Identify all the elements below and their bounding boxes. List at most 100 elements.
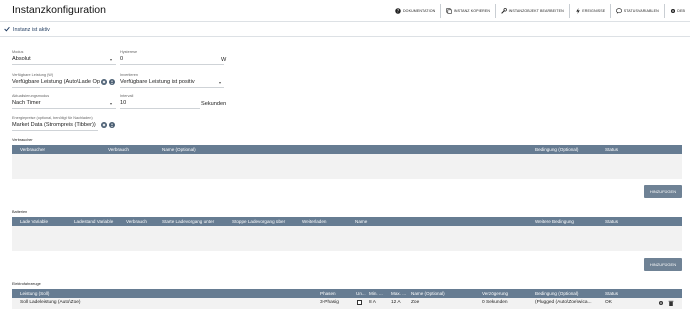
column-header[interactable]: Lade Variable [20, 217, 48, 226]
hysterese-label: Hysterese [120, 50, 138, 54]
aktualisierung-label: Aktualisierungsmodus [12, 94, 50, 98]
column-header[interactable]: Bedingung (Optional) [535, 145, 578, 154]
fahrzeuge-table: Leistung (Soll) Phasen Un... Min. ... Ma… [12, 289, 682, 309]
chevron-down-icon: ▾ [219, 80, 222, 85]
documentation-button[interactable]: ? DOKUMENTATION [390, 0, 440, 22]
add-batterie-button[interactable]: HINZUFÜGEN [644, 258, 682, 271]
instance-status: Instanz ist aktiv [0, 23, 690, 37]
column-header[interactable]: Status [605, 145, 618, 154]
leistung-select[interactable]: Verfügbare Leistung (Auto\Lade Op [12, 79, 100, 85]
check-icon [4, 26, 10, 34]
debug-label: DEB [677, 9, 685, 13]
energiepreis-select[interactable]: Market Data (Strompreis (Tibber)) [12, 122, 98, 128]
column-header[interactable]: Verzögerung [482, 289, 508, 298]
column-header[interactable]: Min. ... [369, 289, 383, 298]
copy-icon [446, 8, 452, 14]
column-header[interactable]: Name (Optional) [411, 289, 445, 298]
verbraucher-table-body [12, 154, 682, 179]
invertieren-select[interactable]: Verfügbare Leistung ist positiv [120, 79, 218, 85]
name-cell: Zoe [411, 300, 420, 305]
gear-icon [670, 8, 676, 14]
column-header[interactable]: Weitere Bedingung [535, 217, 574, 226]
column-header[interactable]: Stoppe Ladevorgang über [232, 217, 285, 226]
column-header[interactable]: Verbrauch [126, 217, 147, 226]
column-header[interactable]: Ladestand Variable [74, 217, 113, 226]
lightning-icon [575, 8, 581, 14]
column-header[interactable]: Bedingung (Optional) [535, 289, 578, 298]
verbraucher-table-header: Verbraucher Verbrauch Name (Optional) Be… [12, 145, 682, 154]
wrench-icon [501, 8, 507, 14]
intervall-label: Intervall [120, 94, 134, 98]
min-cell: 8 A [369, 300, 376, 305]
documentation-label: DOKUMENTATION [402, 9, 436, 13]
batterien-section-label: Batterien [12, 210, 28, 214]
column-header[interactable]: Weiterladen [302, 217, 326, 226]
info-icon[interactable] [109, 79, 115, 85]
bedingung-cell: (Plugged (Auto\Zoe\wica... [535, 300, 592, 305]
copy-instance-button[interactable]: INSTANZ KOPIEREN [441, 0, 495, 22]
edit-object-button[interactable]: INSTANZOBJEKT BEARBEITEN [496, 0, 569, 22]
edit-object-label: INSTANZOBJEKT BEARBEITEN [508, 9, 564, 13]
phasen-cell: 3-Phasig [320, 300, 339, 305]
batterien-table-body [12, 226, 682, 251]
status-variables-button[interactable]: STATUSVARIABLEN [611, 0, 664, 22]
intervall-input[interactable]: 10 [120, 100, 198, 106]
verbraucher-table: Verbraucher Verbrauch Name (Optional) Be… [12, 145, 682, 179]
column-header[interactable]: Name (Optional) [162, 145, 196, 154]
page-title: Instanzkonfiguration [12, 4, 106, 16]
column-header[interactable]: Verbraucher [20, 145, 45, 154]
column-header[interactable]: Leistung (Soll) [20, 289, 49, 298]
hysterese-input[interactable]: 0 [120, 56, 220, 62]
status-text: Instanz ist aktiv [13, 26, 50, 33]
clear-icon[interactable] [101, 122, 107, 128]
max-cell: 12 A [391, 300, 401, 305]
copy-instance-label: INSTANZ KOPIEREN [453, 9, 491, 13]
batterien-table-header: Lade Variable Ladestand Variable Verbrau… [12, 217, 682, 226]
batterien-table: Lade Variable Ladestand Variable Verbrau… [12, 217, 682, 251]
column-header[interactable]: Phasen [320, 289, 336, 298]
svg-text:?: ? [397, 9, 399, 14]
events-button[interactable]: EREIGNISSE [570, 0, 610, 22]
modus-underline [12, 64, 116, 65]
events-label: EREIGNISSE [582, 9, 606, 13]
verbraucher-section-label: Verbraucher [12, 138, 33, 142]
column-header[interactable]: Verbrauch [108, 145, 129, 154]
toolbar: ? DOKUMENTATION INSTANZ KOPIEREN INSTANZ… [390, 0, 690, 22]
gear-icon[interactable] [658, 300, 664, 308]
energiepreis-label: Energiepreise (optional, benötigt für Na… [12, 116, 93, 120]
trash-icon[interactable] [668, 300, 674, 308]
intervall-unit: Sekunden [201, 101, 227, 107]
fahrzeuge-table-header: Leistung (Soll) Phasen Un... Min. ... Ma… [12, 289, 682, 298]
clear-icon[interactable] [101, 79, 107, 85]
status-variables-label: STATUSVARIABLEN [623, 9, 659, 13]
column-header[interactable]: Status [605, 217, 618, 226]
leistung-cell: Soll Ladeleistung (Auto\Zoe) [20, 300, 81, 305]
modus-select[interactable]: Absolut [12, 56, 107, 62]
invertieren-underline [120, 87, 224, 88]
hysterese-underline [120, 64, 224, 65]
chevron-down-icon: ▾ [110, 57, 113, 62]
leistung-underline [12, 87, 100, 88]
debug-button[interactable]: DEB [665, 0, 690, 22]
column-header[interactable]: Status [605, 289, 618, 298]
top-bar: Instanzkonfiguration ? DOKUMENTATION INS… [0, 0, 690, 22]
info-icon[interactable] [109, 122, 115, 128]
intervall-underline [120, 108, 200, 109]
modus-label: Modus [12, 50, 24, 54]
unlimited-checkbox[interactable] [357, 300, 362, 305]
column-header[interactable]: Starte Ladevorgang unter [162, 217, 214, 226]
column-header[interactable]: Name [355, 217, 367, 226]
verzoegerung-cell: 0 Sekunden [482, 300, 508, 305]
add-verbraucher-button[interactable]: HINZUFÜGEN [644, 185, 682, 198]
table-row[interactable]: Soll Ladeleistung (Auto\Zoe) 3-Phasig 8 … [12, 298, 682, 309]
fahrzeuge-section-label: Elektrofahrzeuge [12, 282, 41, 286]
column-header[interactable]: Max. ... [391, 289, 406, 298]
invertieren-label: Invertieren [120, 73, 138, 77]
aktualisierung-underline [12, 108, 116, 109]
help-icon: ? [395, 8, 402, 14]
column-header[interactable]: Un... [356, 289, 366, 298]
hysterese-unit: W [221, 57, 227, 63]
leistung-label: Verfügbare Leistung (W) [12, 73, 54, 77]
aktualisierung-select[interactable]: Nach Timer [12, 100, 107, 106]
status-cell: OK [605, 300, 612, 305]
